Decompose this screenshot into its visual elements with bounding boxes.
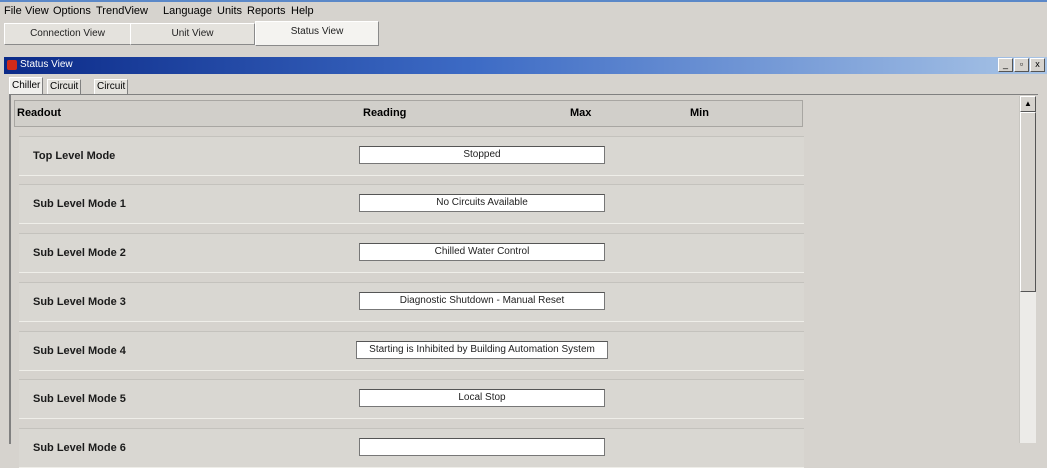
row-label: Sub Level Mode 1 [33, 198, 126, 210]
minimize-icon[interactable]: _ [998, 58, 1013, 72]
vertical-scrollbar[interactable]: ▲ [1019, 96, 1036, 443]
tab-circuit-1[interactable]: Circuit 1 [47, 79, 82, 106]
menu-bar: File View Options TrendView Language Uni… [0, 0, 1047, 19]
row-label: Sub Level Mode 2 [33, 247, 126, 259]
scroll-up-icon[interactable]: ▲ [1020, 96, 1036, 112]
window-title: Status View [20, 59, 73, 70]
menu-reports[interactable]: Reports [247, 5, 286, 17]
scroll-thumb[interactable] [1020, 112, 1036, 292]
header-readout: Readout [17, 107, 61, 119]
header-reading: Reading [363, 107, 407, 119]
tab-circuit-2[interactable]: Circuit 2 [94, 79, 129, 106]
menu-trendview[interactable]: TrendView [96, 5, 148, 17]
status-view-titlebar: Status View _ ▫ x [4, 57, 1047, 74]
tab-unit-view[interactable]: Unit View [130, 23, 255, 45]
table-header: Readout Reading Max Min [14, 100, 803, 127]
header-max: Max [570, 107, 592, 119]
menu-view[interactable]: View [25, 5, 49, 17]
table-row: Top Level Mode Stopped [19, 136, 804, 176]
row-value: No Circuits Available [359, 194, 605, 212]
row-label: Sub Level Mode 5 [33, 393, 126, 405]
row-value: Stopped [359, 146, 605, 164]
tab-connection-view[interactable]: Connection View [4, 23, 131, 45]
row-label: Sub Level Mode 6 [33, 442, 126, 454]
header-min: Min [690, 107, 709, 119]
row-value: Diagnostic Shutdown - Manual Reset [359, 292, 605, 310]
row-value: Starting is Inhibited by Building Automa… [356, 341, 608, 359]
row-label: Sub Level Mode 3 [33, 296, 126, 308]
row-label: Sub Level Mode 4 [33, 345, 126, 357]
menu-units[interactable]: Units [217, 5, 242, 17]
table-row: Sub Level Mode 2 Chilled Water Control [19, 233, 804, 273]
row-label: Top Level Mode [33, 150, 116, 162]
restore-icon[interactable]: ▫ [1014, 58, 1029, 72]
tab-chiller[interactable]: Chiller [9, 77, 44, 95]
menu-language[interactable]: Language [163, 5, 212, 17]
menu-file[interactable]: File [4, 5, 22, 17]
table-row: Sub Level Mode 6 [19, 428, 804, 468]
table-row: Sub Level Mode 3 Diagnostic Shutdown - M… [19, 282, 804, 322]
tab-status-view[interactable]: Status View [255, 21, 379, 46]
window-buttons: _ ▫ x [997, 58, 1045, 72]
status-panel: Readout Reading Max Min Top Level Mode S… [9, 94, 1038, 468]
app-icon [7, 60, 17, 70]
menu-help[interactable]: Help [291, 5, 314, 17]
table-row: Sub Level Mode 5 Local Stop [19, 379, 804, 419]
row-value: Chilled Water Control [359, 243, 605, 261]
main-tab-bar: Connection View Unit View Status View [0, 19, 1047, 57]
table-row: Sub Level Mode 1 No Circuits Available [19, 184, 804, 224]
row-value [359, 438, 605, 456]
table-row: Sub Level Mode 4 Starting is Inhibited b… [19, 331, 804, 371]
menu-options[interactable]: Options [53, 5, 91, 17]
row-value: Local Stop [359, 389, 605, 407]
close-icon[interactable]: x [1030, 58, 1045, 72]
